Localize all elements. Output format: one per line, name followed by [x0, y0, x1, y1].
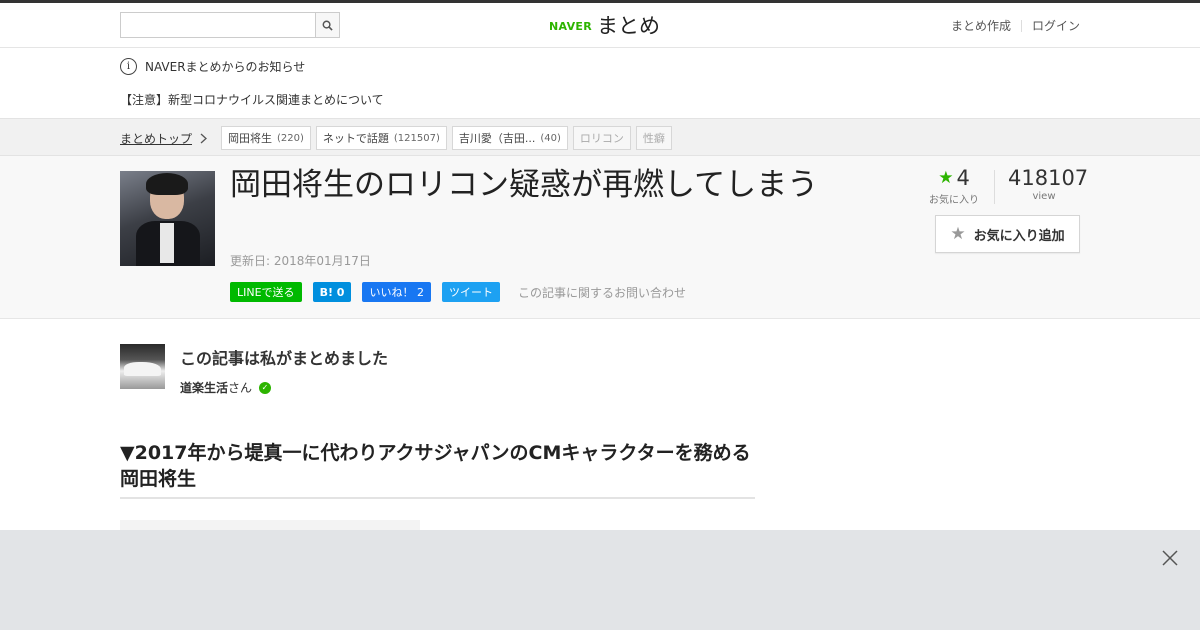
- login-link[interactable]: ログイン: [1032, 17, 1080, 34]
- create-matome-link[interactable]: まとめ作成: [951, 17, 1011, 34]
- author-name[interactable]: 道楽生活: [180, 379, 228, 396]
- logo-name: まとめ: [596, 14, 660, 38]
- notice-link[interactable]: 【注意】新型コロナウイルス関連まとめについて: [120, 91, 384, 108]
- notice-header: i NAVERまとめからのお知らせ: [120, 58, 305, 75]
- updated-date: 更新日: 2018年01月17日: [230, 254, 371, 268]
- site-logo[interactable]: NAVER まとめ: [549, 11, 660, 39]
- tag-seiheki[interactable]: 性癖: [635, 126, 672, 150]
- tag-count: (220): [277, 132, 304, 144]
- ad-overlay: [0, 530, 1200, 630]
- stat-divider: [994, 170, 995, 204]
- nav-divider: [1020, 19, 1022, 32]
- star-outline-icon: ★: [950, 224, 966, 244]
- tag-yoshikawa[interactable]: 吉川愛（吉田... (40): [451, 126, 568, 150]
- hatena-bookmark-button[interactable]: B! 0: [312, 282, 352, 302]
- add-favorite-label: お気に入り追加: [973, 228, 1065, 244]
- logo-brand: NAVER: [549, 19, 592, 33]
- view-number: 418107: [1008, 166, 1089, 190]
- breadcrumb-top-link[interactable]: まとめトップ: [120, 130, 192, 147]
- tag-label: 岡田将生: [228, 132, 273, 145]
- close-icon[interactable]: [1160, 548, 1180, 568]
- breadcrumb-bar: まとめトップ 岡田将生 (220) ネットで話題 (121507) 吉川愛（吉田..…: [0, 118, 1200, 156]
- content-placeholder: [120, 520, 420, 530]
- contact-link[interactable]: この記事に関するお問い合わせ: [518, 284, 686, 301]
- favorite-count: ★ 4 お気に入り: [928, 166, 980, 206]
- author-heading: この記事は私がまとめました: [180, 349, 389, 368]
- search-input[interactable]: [120, 12, 315, 38]
- star-icon: ★: [938, 168, 954, 188]
- chevron-right-icon: [200, 133, 207, 143]
- author-suffix: さん: [228, 381, 253, 395]
- verified-check-icon: ✓: [259, 381, 272, 394]
- tag-label: 吉川愛（吉田...: [458, 132, 536, 145]
- view-label: view: [1032, 191, 1056, 202]
- social-buttons: LINEで送る B! 0 いいね！ 2 ツイート この記事に関するお問い合わせ: [230, 282, 686, 302]
- header-nav: まとめ作成 ログイン: [951, 17, 1080, 34]
- info-icon: i: [120, 58, 137, 75]
- search-button[interactable]: [315, 12, 340, 38]
- article-header: 岡田将生のロリコン疑惑が再燃してしまう 更新日: 2018年01月17日 LIN…: [0, 156, 1200, 319]
- facebook-like-button[interactable]: いいね！ 2: [362, 282, 431, 302]
- section-heading: ▼2017年から堤真一に代わりアクサジャパンのCMキャラクターを務める岡田将生: [120, 440, 755, 499]
- tag-lolicon[interactable]: ロリコン: [572, 126, 631, 150]
- site-header: NAVER まとめ まとめ作成 ログイン: [0, 3, 1200, 48]
- breadcrumb: まとめトップ 岡田将生 (220) ネットで話題 (121507) 吉川愛（吉田..…: [120, 126, 677, 150]
- tag-count: (121507): [393, 132, 440, 144]
- tag-label: ネットで話題: [322, 132, 389, 145]
- tag-label: 性癖: [642, 132, 665, 145]
- favorite-number: 4: [956, 166, 970, 190]
- line-share-button[interactable]: LINEで送る: [230, 282, 302, 302]
- tag-label: ロリコン: [579, 132, 624, 145]
- article-title: 岡田将生のロリコン疑惑が再燃してしまう: [230, 167, 819, 203]
- avatar[interactable]: [120, 344, 165, 389]
- view-count: 418107 view: [1008, 166, 1089, 202]
- tag-count: (40): [540, 132, 561, 144]
- tag-okada[interactable]: 岡田将生 (220): [221, 126, 311, 150]
- tweet-button[interactable]: ツイート: [441, 282, 500, 302]
- tag-net-wadai[interactable]: ネットで話題 (121507): [315, 126, 447, 150]
- author-name-row: 道楽生活 さん ✓: [180, 379, 388, 396]
- search-form: [120, 12, 340, 38]
- notice-title: NAVERまとめからのお知らせ: [145, 60, 306, 74]
- add-favorite-button[interactable]: ★ お気に入り追加: [935, 215, 1080, 253]
- search-icon: [322, 20, 333, 31]
- article-thumbnail: [120, 171, 215, 266]
- author-block: この記事は私がまとめました 道楽生活 さん ✓: [120, 344, 388, 396]
- favorite-label: お気に入り: [929, 195, 979, 206]
